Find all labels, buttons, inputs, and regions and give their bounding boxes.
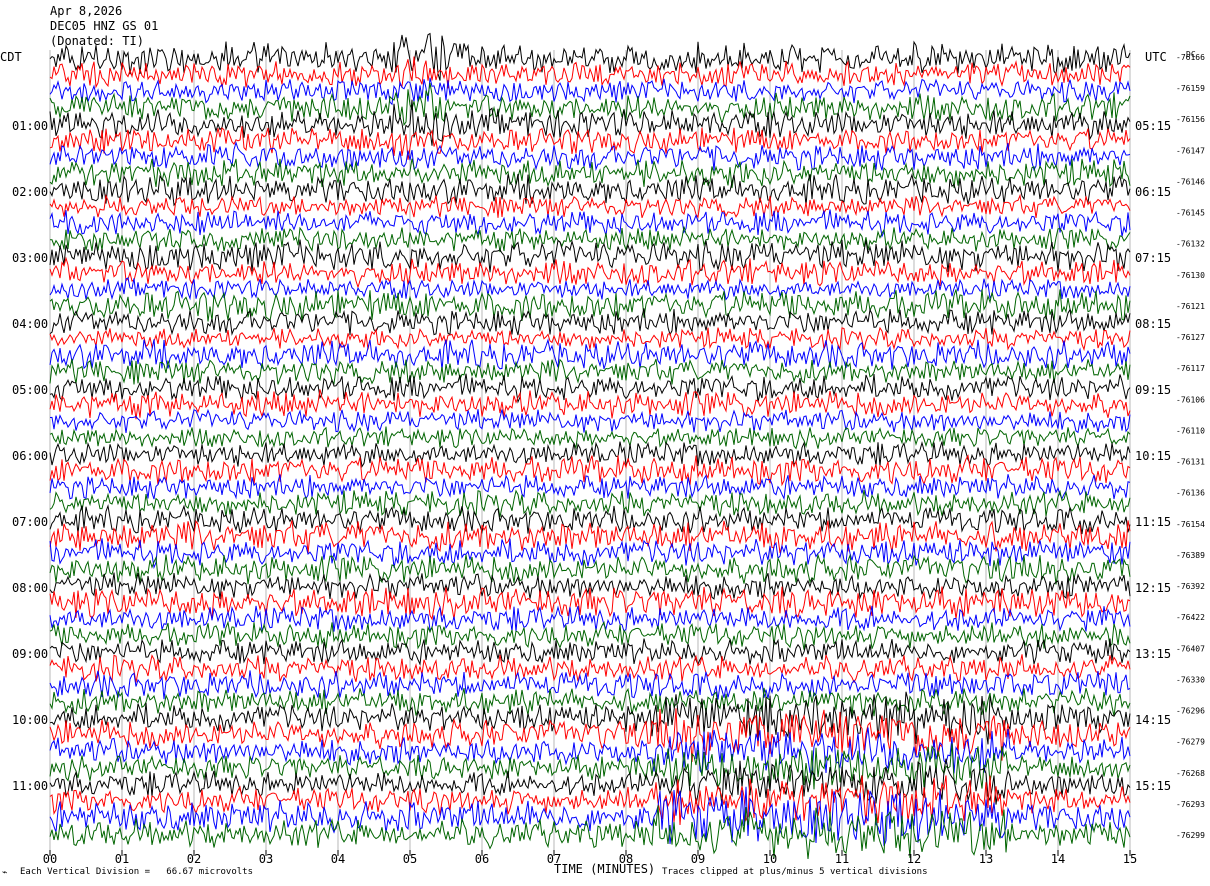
dc-offset-label: -76136 [1176,489,1205,498]
cdt-hour-label: 05:00 [12,383,49,397]
dc-offset-label: -76296 [1176,707,1205,716]
trace-line [49,141,1131,172]
dc-offset-label: -76268 [1176,769,1205,778]
utc-hour-label: 09:15 [1135,383,1172,397]
trace-line [49,654,1131,684]
x-tick-label: 12 [907,852,921,866]
x-tick-label: 15 [1123,852,1137,866]
x-tick-label: 06 [475,852,489,866]
x-tick-label: 13 [979,852,993,866]
chart-title: DEC05 HNZ GS 01 [50,19,159,33]
trace-line [49,373,1131,404]
x-tick-label: 04 [331,852,345,866]
cdt-hour-label: 07:00 [12,515,49,529]
trace-line [49,805,1131,860]
utc-label: UTC [1145,50,1167,64]
dc-offset-label: -76407 [1176,644,1205,653]
utc-hour-label: 13:15 [1135,647,1172,661]
clip-note: Traces clipped at plus/minus 5 vertical … [662,867,928,877]
dc-offset-label: -76156 [1176,115,1205,124]
dc-offset-label: -76121 [1176,302,1205,311]
trace-line [49,519,1131,554]
dc-offset-label: -76130 [1176,271,1205,280]
dc-label: DC [1186,50,1196,59]
x-tick-label: 02 [187,852,201,866]
trace-line [49,408,1131,434]
chart-date: Apr 8,2026 [50,4,123,18]
dc-offset-label: -76147 [1176,146,1205,155]
cdt-hour-label: 08:00 [12,581,49,595]
utc-hour-label: 08:15 [1135,317,1172,331]
cdt-hour-label: 02:00 [12,185,49,199]
cdt-hour-label: 04:00 [12,317,49,331]
trace-line [49,503,1131,535]
dc-offset-label: -76422 [1176,613,1205,622]
utc-hour-label: 05:15 [1135,119,1172,133]
dc-offset-label: -76145 [1176,209,1205,218]
dc-offset-label: -76392 [1176,582,1205,591]
trace-line [49,126,1131,160]
x-axis-label: TIME (MINUTES) [554,862,656,876]
trace-line [49,32,1131,81]
utc-hour-label: 14:15 [1135,713,1172,727]
dc-offset-label: -76279 [1176,738,1205,747]
x-tick-label: 11 [835,852,849,866]
x-tick-label: 09 [691,852,705,866]
chart-subtitle: (Donated: TI) [50,34,144,48]
dc-offset-label: -76159 [1176,84,1205,93]
dc-offset-labels: -76166-76159-76156-76147-76146-76145-761… [1176,53,1205,840]
utc-hour-label: 11:15 [1135,515,1172,529]
dc-offset-label: -76389 [1176,551,1205,560]
trace-line [49,687,1131,717]
trace-line [49,77,1131,106]
trace-line [49,708,1131,762]
dc-offset-label: -76154 [1176,520,1205,529]
dc-offset-label: -76299 [1176,831,1205,840]
seismogram-plot: 00 01 02 03 04 05 06 07 08 09 10 11 12 13 14 15 -76166-… [43,32,1205,866]
dc-offset-label: -76110 [1176,426,1205,435]
trace-line [49,358,1131,386]
trace-line [49,758,1131,807]
cdt-hour-label: 01:00 [12,119,49,133]
scale-note: Each Vertical Division = 66.67 microvolt… [20,867,253,877]
x-tick-label: 03 [259,852,273,866]
x-tick-label: 14 [1051,852,1065,866]
utc-hour-label: 07:15 [1135,251,1172,265]
x-tick-label: 00 [43,852,57,866]
trace-line [49,727,1131,776]
trace-line [49,474,1131,501]
dc-offset-label: -76127 [1176,333,1205,342]
cdt-hour-label: 11:00 [12,779,49,793]
x-tick-label: 01 [115,852,129,866]
dc-offset-label: -76293 [1176,800,1205,809]
trace-line [49,277,1131,301]
scale-icon: ⌁ [2,868,8,878]
utc-hour-label: 10:15 [1135,449,1172,463]
cdt-hour-label: 10:00 [12,713,49,727]
dc-offset-label: -76330 [1176,675,1205,684]
cdt-label: CDT [0,50,22,64]
utc-hour-label: 06:15 [1135,185,1172,199]
dc-offset-label: -76146 [1176,178,1205,187]
seismic-traces [49,32,1131,860]
cdt-hour-label: 03:00 [12,251,49,265]
dc-offset-label: -76132 [1176,240,1205,249]
trace-line [49,256,1131,289]
utc-hour-label: 15:15 [1135,779,1172,793]
trace-line [49,426,1131,450]
cdt-hour-label: 06:00 [12,449,49,463]
trace-line [49,193,1131,219]
dc-offset-label: -76117 [1176,364,1205,373]
utc-hour-label: 12:15 [1135,581,1172,595]
x-tick-label: 05 [403,852,417,866]
cdt-hour-label: 09:00 [12,647,49,661]
dc-offset-label: -76131 [1176,458,1205,467]
trace-line [49,743,1131,790]
dc-offset-label: -76106 [1176,395,1205,404]
x-tick-label: 10 [763,852,777,866]
